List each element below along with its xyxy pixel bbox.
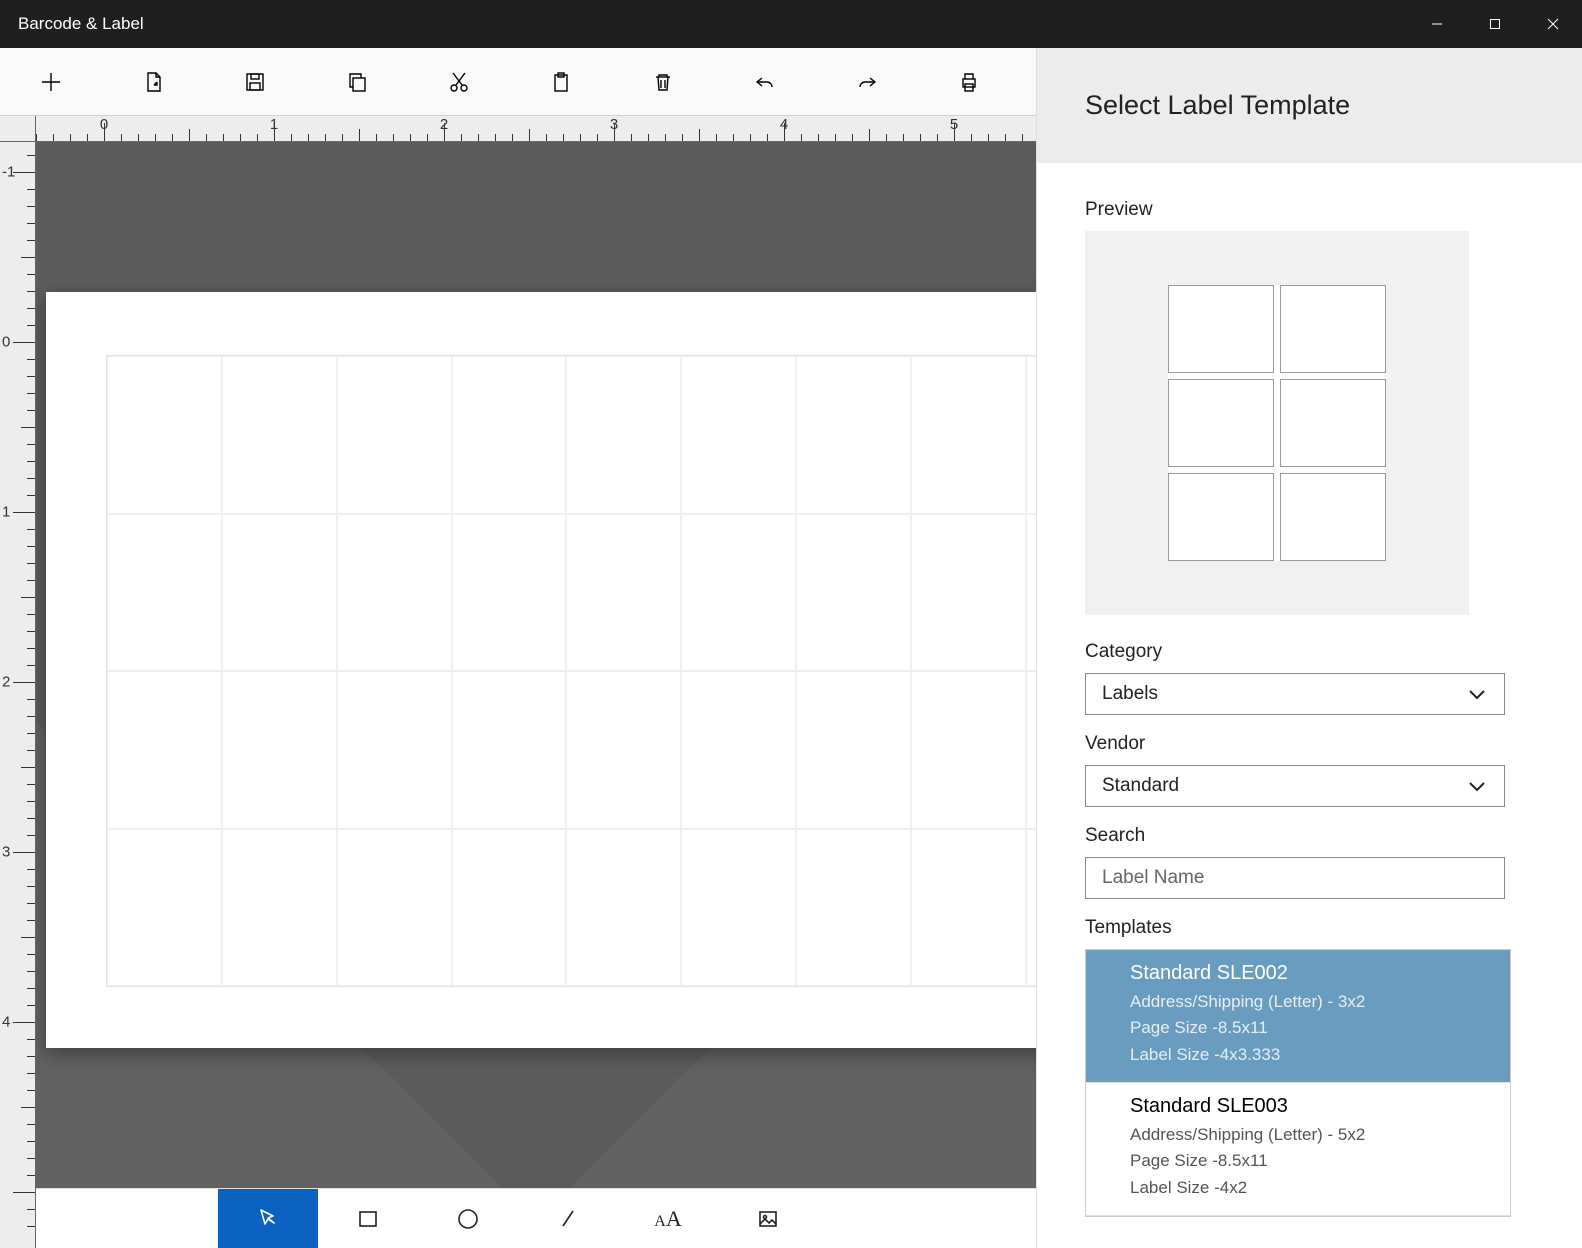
chevron-down-icon: [1466, 775, 1488, 797]
text-tool[interactable]: AA: [618, 1189, 718, 1248]
pointer-tool[interactable]: [218, 1189, 318, 1248]
preview-box: [1085, 231, 1469, 615]
window-controls: [1408, 0, 1582, 48]
ruler-corner: [0, 116, 36, 142]
templates-list[interactable]: Standard SLE002 Address/Shipping (Letter)…: [1085, 949, 1511, 1217]
delete-icon: [651, 70, 675, 94]
open-button[interactable]: [102, 48, 204, 116]
vendor-select[interactable]: Standard: [1085, 765, 1505, 807]
plus-icon: [39, 70, 63, 94]
undo-icon: [753, 70, 777, 94]
category-value: Labels: [1102, 683, 1158, 705]
open-icon: [141, 70, 165, 94]
ruler-number: 0: [2, 334, 10, 351]
template-name: Standard SLE003: [1130, 1095, 1488, 1118]
template-item[interactable]: Standard SLE002 Address/Shipping (Letter)…: [1086, 950, 1510, 1083]
ruler-number: 2: [2, 674, 10, 691]
preview-grid: [1168, 285, 1386, 561]
image-tool[interactable]: [718, 1189, 818, 1248]
template-labelsize: Label Size -4x2: [1130, 1175, 1488, 1201]
category-select[interactable]: Labels: [1085, 673, 1505, 715]
redo-icon: [855, 70, 879, 94]
title-bar: Barcode & Label: [0, 0, 1582, 48]
save-button[interactable]: [204, 48, 306, 116]
delete-button[interactable]: [612, 48, 714, 116]
canvas-background[interactable]: [36, 142, 1036, 1248]
panel-body[interactable]: Preview Category Labels Vendor Standard …: [1037, 163, 1582, 1248]
window-title: Barcode & Label: [18, 14, 144, 34]
cut-icon: [447, 70, 471, 94]
search-label: Search: [1085, 825, 1538, 847]
rectangle-icon: [355, 1206, 381, 1232]
undo-button[interactable]: [714, 48, 816, 116]
main-toolbar: [0, 48, 1036, 116]
copy-icon: [345, 70, 369, 94]
line-tool[interactable]: [518, 1189, 618, 1248]
ellipse-tool[interactable]: [418, 1189, 518, 1248]
label-grid: [106, 355, 1036, 987]
rectangle-tool[interactable]: [318, 1189, 418, 1248]
save-icon: [243, 70, 267, 94]
ruler-number: 3: [2, 844, 10, 861]
side-panel: Select Label Template Preview Category L…: [1036, 48, 1582, 1248]
category-label: Category: [1085, 641, 1538, 663]
templates-label: Templates: [1085, 917, 1538, 939]
template-name: Standard SLE002: [1130, 962, 1488, 985]
preview-label: Preview: [1085, 199, 1538, 221]
print-icon: [957, 70, 981, 94]
pointer-icon: [255, 1206, 281, 1232]
ruler-number: 1: [2, 504, 10, 521]
cut-button[interactable]: [408, 48, 510, 116]
line-icon: [555, 1206, 581, 1232]
ruler-number: 4: [2, 1014, 10, 1031]
copy-button[interactable]: [306, 48, 408, 116]
template-desc: Address/Shipping (Letter) - 5x2: [1130, 1122, 1488, 1148]
minimize-button[interactable]: [1408, 0, 1466, 48]
template-page: Page Size -8.5x11: [1130, 1015, 1488, 1041]
new-button[interactable]: [0, 48, 102, 116]
paste-icon: [549, 70, 573, 94]
search-box[interactable]: [1085, 857, 1505, 899]
tool-bar: AA: [0, 1188, 1036, 1248]
vendor-value: Standard: [1102, 775, 1179, 797]
horizontal-ruler: 012345: [36, 116, 1036, 142]
close-button[interactable]: [1524, 0, 1582, 48]
label-paper[interactable]: [46, 292, 1036, 1048]
workspace: 012345 -101234: [0, 116, 1036, 1248]
paste-button[interactable]: [510, 48, 612, 116]
template-page: Page Size -8.5x11: [1130, 1148, 1488, 1174]
print-button[interactable]: [918, 48, 1020, 116]
text-icon: AA: [654, 1206, 681, 1232]
vertical-ruler: -101234: [0, 142, 36, 1248]
maximize-button[interactable]: [1466, 0, 1524, 48]
image-icon: [755, 1206, 781, 1232]
panel-title: Select Label Template: [1037, 48, 1582, 163]
redo-button[interactable]: [816, 48, 918, 116]
template-item[interactable]: Standard SLE003 Address/Shipping (Letter)…: [1086, 1083, 1510, 1216]
template-labelsize: Label Size -4x3.333: [1130, 1042, 1488, 1068]
template-desc: Address/Shipping (Letter) - 3x2: [1130, 989, 1488, 1015]
chevron-down-icon: [1466, 683, 1488, 705]
vendor-label: Vendor: [1085, 733, 1538, 755]
search-input[interactable]: [1102, 867, 1488, 889]
ellipse-icon: [455, 1206, 481, 1232]
